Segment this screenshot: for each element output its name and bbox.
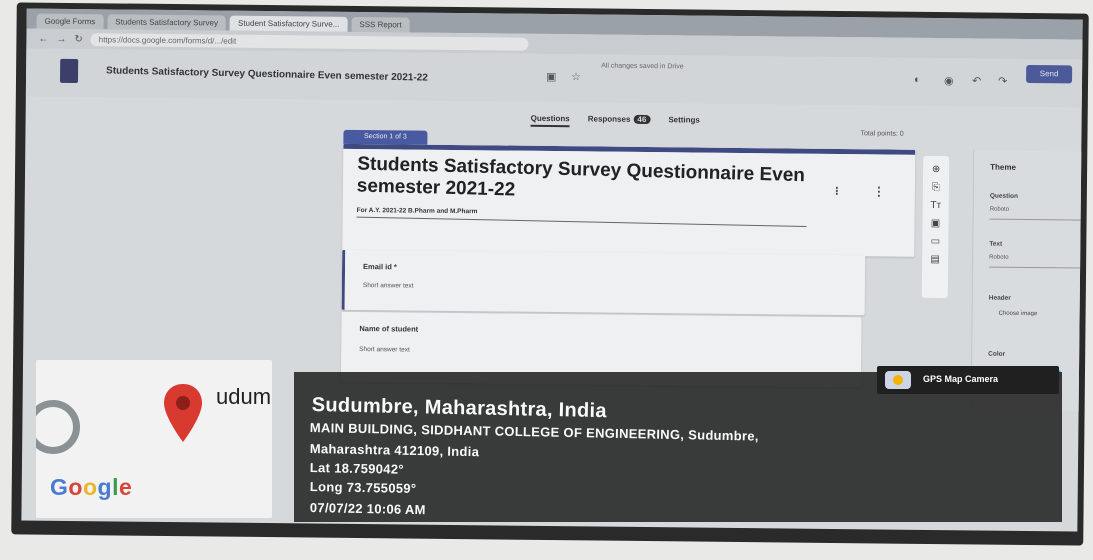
reload-icon[interactable]: ↻ <box>74 34 83 45</box>
header-image-label: Header <box>988 294 1011 302</box>
add-title-icon[interactable]: Tт <box>930 200 941 212</box>
map-pin-icon <box>164 384 202 442</box>
tab-questions[interactable]: Questions <box>530 113 570 128</box>
tab-responses-label: Responses <box>587 114 631 124</box>
browser-tab[interactable]: Google Forms <box>36 13 104 30</box>
address-line: Maharashtra 412109, India <box>309 441 480 460</box>
timestamp: 07/07/22 10:06 AM <box>309 500 426 518</box>
tab-settings[interactable]: Settings <box>668 115 700 128</box>
text-font-label: Text <box>989 240 1003 248</box>
forms-header: Students Satisfactory Survey Questionnai… <box>25 48 1083 108</box>
map-place-label: udumb <box>216 384 272 409</box>
longitude: Long 73.755059° <box>309 479 417 497</box>
forward-icon[interactable]: → <box>56 33 66 44</box>
response-count-badge: 46 <box>633 114 651 125</box>
form-tabs: Questions Responses 46 Settings <box>530 113 700 129</box>
back-icon[interactable]: ← <box>38 33 48 44</box>
more-options-icon[interactable]: ⋮ <box>873 184 885 198</box>
map-thumbnail: udumb Google <box>36 360 272 518</box>
camera-lens <box>893 375 903 385</box>
preview-eye-icon[interactable]: ◉ <box>944 74 954 87</box>
title-underline <box>356 216 807 228</box>
add-image-icon[interactable]: ▣ <box>931 218 941 230</box>
map-road <box>36 400 80 454</box>
question-font-select[interactable]: Roboto <box>989 206 1083 221</box>
browser-tab[interactable]: SSS Report <box>351 16 410 33</box>
choose-image-button[interactable]: Choose image <box>999 311 1038 317</box>
url-input[interactable]: https://docs.google.com/forms/d/.../edit <box>90 32 529 51</box>
add-video-icon[interactable]: ▭ <box>931 236 941 248</box>
collapse-icon[interactable]: ⁝ <box>835 184 839 198</box>
question-card[interactable]: Email id * Short answer text <box>341 249 866 316</box>
color-label: Color <box>988 350 1006 358</box>
address-line: MAIN BUILDING, SIDDHANT COLLEGE OF ENGIN… <box>309 420 759 444</box>
browser-tab[interactable]: Students Satisfactory Survey <box>107 14 227 31</box>
question-label: Name of student <box>359 324 419 334</box>
redo-icon[interactable]: ↷ <box>998 75 1007 88</box>
google-forms-logo[interactable] <box>59 58 79 84</box>
tab-responses[interactable]: Responses 46 <box>588 114 651 128</box>
question-label: Email id * <box>363 262 397 272</box>
google-logo: Google <box>50 474 133 500</box>
section-label: Section 1 of 3 <box>343 129 428 145</box>
saved-status: All changes saved in Drive <box>601 62 684 71</box>
palette-icon[interactable]: ◐ <box>914 74 921 86</box>
undo-icon[interactable]: ↶ <box>972 74 981 87</box>
star-icon[interactable]: ☆ <box>571 70 581 83</box>
document-title[interactable]: Students Satisfactory Survey Questionnai… <box>106 65 428 83</box>
short-answer-hint: Short answer text <box>362 282 414 290</box>
short-answer-hint: Short answer text <box>359 346 410 354</box>
browser-tab-active[interactable]: Student Satisfactory Surve... <box>229 15 348 32</box>
total-points: Total points: 0 <box>860 130 904 138</box>
text-font-select[interactable]: Roboto <box>989 254 1083 269</box>
gps-camera-badge: GPS Map Camera <box>877 366 1059 394</box>
latitude: Lat 18.759042° <box>309 460 404 477</box>
gps-info-panel: Sudumbre, Maharashtra, India MAIN BUILDI… <box>294 372 1062 522</box>
form-title[interactable]: Students Satisfactory Survey Questionnai… <box>356 153 807 209</box>
question-font-label: Question <box>989 192 1019 200</box>
form-title-card[interactable]: Students Satisfactory Survey Questionnai… <box>342 143 916 257</box>
add-question-icon[interactable]: ⊕ <box>932 164 941 176</box>
gps-camera-label: GPS Map Camera <box>923 374 999 384</box>
import-questions-icon[interactable]: ⎘ <box>932 182 940 194</box>
theme-panel-title: Theme <box>990 162 1016 172</box>
location-title: Sudumbre, Maharashtra, India <box>311 394 608 423</box>
question-toolbar: ⊕ ⎘ Tт ▣ ▭ ▤ <box>921 155 950 299</box>
send-button[interactable]: Send <box>1026 64 1073 84</box>
add-section-icon[interactable]: ▤ <box>930 254 940 266</box>
camera-icon <box>885 371 911 389</box>
folder-icon[interactable]: ▣ <box>546 70 557 83</box>
form-description[interactable]: For A.Y. 2021-22 B.Pharm and M.Pharm <box>357 207 478 215</box>
